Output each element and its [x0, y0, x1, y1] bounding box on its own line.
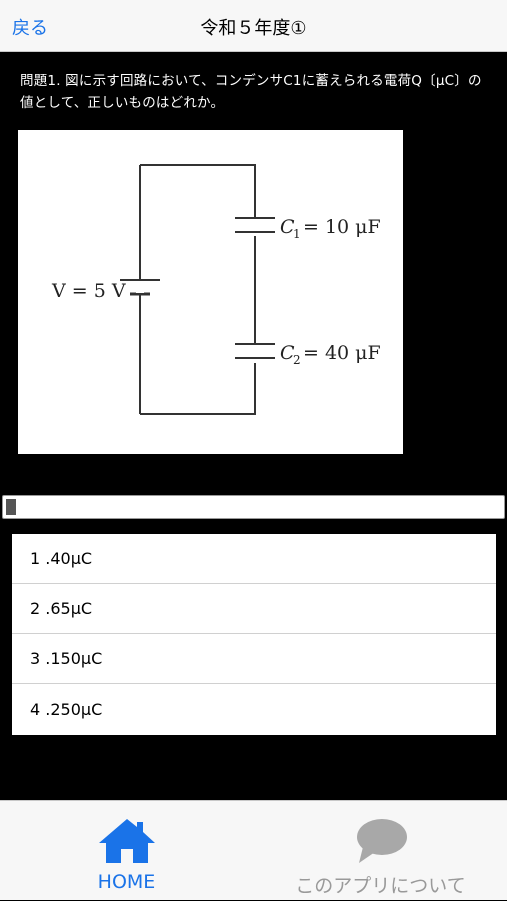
answer-option-1[interactable]: 1 .40μC — [12, 534, 496, 584]
voltage-label: V = 5 V — [51, 280, 126, 302]
speech-bubble-icon — [353, 817, 409, 869]
question-text: 問題1. 図に示す回路において、コンデンサC1に蓄えられる電荷Q〔μC〕の値とし… — [20, 73, 482, 111]
c1-label: = 10 μF — [303, 216, 381, 238]
circuit-diagram: V = 5 V C 1 = 10 μF C 2 = 40 μF — [51, 164, 381, 415]
answer-list: 1 .40μC 2 .65μC 3 .150μC 4 .250μC — [12, 534, 496, 735]
c2-label: = 40 μF — [303, 342, 381, 364]
tab-about[interactable]: このアプリについて — [254, 801, 507, 901]
top-wire — [140, 164, 256, 218]
answer-option-2[interactable]: 2 .65μC — [12, 584, 496, 634]
progress-fill — [6, 499, 16, 515]
answer-option-4[interactable]: 4 .250μC — [12, 684, 496, 734]
answer-option-3[interactable]: 3 .150μC — [12, 634, 496, 684]
circuit-figure: V = 5 V C 1 = 10 μF C 2 = 40 μF — [18, 130, 403, 454]
tab-bar: HOME このアプリについて — [0, 800, 507, 900]
tab-about-label: このアプリについて — [295, 875, 466, 897]
capacitor-c1 — [235, 217, 275, 233]
capacitor-c2 — [235, 343, 275, 359]
page-title: 令和５年度① — [200, 18, 307, 39]
c2-subscript: 2 — [293, 353, 301, 367]
home-icon — [97, 817, 157, 869]
tab-home[interactable]: HOME — [0, 801, 253, 901]
progress-bar — [2, 495, 505, 519]
c1-subscript: 1 — [293, 227, 301, 241]
tab-home-label: HOME — [97, 871, 156, 893]
bottom-wire — [140, 363, 256, 415]
navigation-bar: 戻る 令和５年度① — [0, 0, 507, 52]
